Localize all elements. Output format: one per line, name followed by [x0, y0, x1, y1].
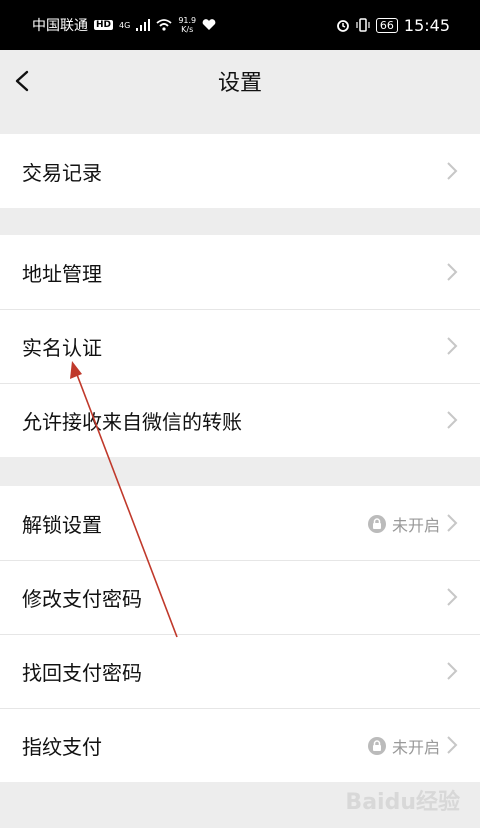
- status-text: 未开启: [391, 738, 440, 757]
- menu-item-recover-payment-password[interactable]: 找回支付密码: [0, 634, 480, 708]
- menu-item-change-payment-password[interactable]: 修改支付密码: [0, 560, 480, 634]
- group-security: 解锁设置 未开启 修改支付密码 找回支付密码 指纹支付 未开启: [0, 486, 480, 782]
- carrier-name: 中国联通: [32, 18, 88, 34]
- page-title: 设置: [217, 71, 262, 96]
- menu-item-label: 指纹支付: [22, 734, 102, 759]
- chevron-right-icon: [447, 588, 458, 606]
- chevron-right-icon: [447, 662, 458, 680]
- status-text: 未开启: [391, 516, 440, 535]
- menu-item-real-name-verification[interactable]: 实名认证: [0, 309, 480, 383]
- lock-icon: [367, 737, 386, 755]
- menu-item-label: 修改支付密码: [22, 586, 142, 611]
- group-account: 地址管理 实名认证 允许接收来自微信的转账: [0, 235, 480, 457]
- watermark: Baidu经验: [345, 790, 460, 815]
- menu-item-label: 交易记录: [22, 160, 102, 185]
- status-bar: 中国联通 HD 4G 91.9 K/s 66 15:45: [0, 0, 480, 50]
- group-transactions: 交易记录: [0, 134, 480, 208]
- heart-icon: [202, 19, 216, 30]
- back-arrow-icon[interactable]: [10, 64, 38, 98]
- battery-level: 66: [375, 17, 398, 33]
- chevron-right-icon: [447, 263, 458, 281]
- menu-item-address-management[interactable]: 地址管理: [0, 235, 480, 309]
- status-indicator: 未开启: [367, 512, 440, 536]
- menu-item-label: 解锁设置: [22, 512, 102, 537]
- menu-item-label: 允许接收来自微信的转账: [22, 409, 242, 434]
- wifi-icon: [156, 19, 172, 31]
- signal-icon: [136, 19, 151, 31]
- menu-item-label: 找回支付密码: [22, 660, 142, 685]
- nav-bar: 设置: [0, 50, 480, 112]
- chevron-right-icon: [447, 162, 458, 180]
- speed-value: 91.9: [178, 16, 197, 25]
- menu-item-unlock-settings[interactable]: 解锁设置 未开启: [0, 486, 480, 560]
- menu-item-wechat-transfer[interactable]: 允许接收来自微信的转账: [0, 383, 480, 457]
- chevron-right-icon: [447, 337, 458, 355]
- chevron-right-icon: [447, 411, 458, 429]
- hd-badge: HD: [94, 20, 114, 30]
- alarm-icon: [336, 20, 349, 32]
- network-speed: 91.9 K/s: [178, 16, 196, 34]
- menu-item-fingerprint-payment[interactable]: 指纹支付 未开启: [0, 708, 480, 782]
- vibrate-icon: [356, 18, 370, 32]
- clock: 15:45: [403, 15, 450, 35]
- menu-item-transaction-records[interactable]: 交易记录: [0, 134, 480, 208]
- chevron-right-icon: [447, 736, 458, 754]
- network-type: 4G: [119, 20, 131, 30]
- lock-icon: [367, 515, 386, 533]
- menu-item-label: 地址管理: [22, 261, 102, 286]
- status-indicator: 未开启: [367, 734, 440, 758]
- menu-item-label: 实名认证: [22, 335, 102, 360]
- chevron-right-icon: [447, 514, 458, 532]
- speed-unit: K/s: [181, 25, 194, 34]
